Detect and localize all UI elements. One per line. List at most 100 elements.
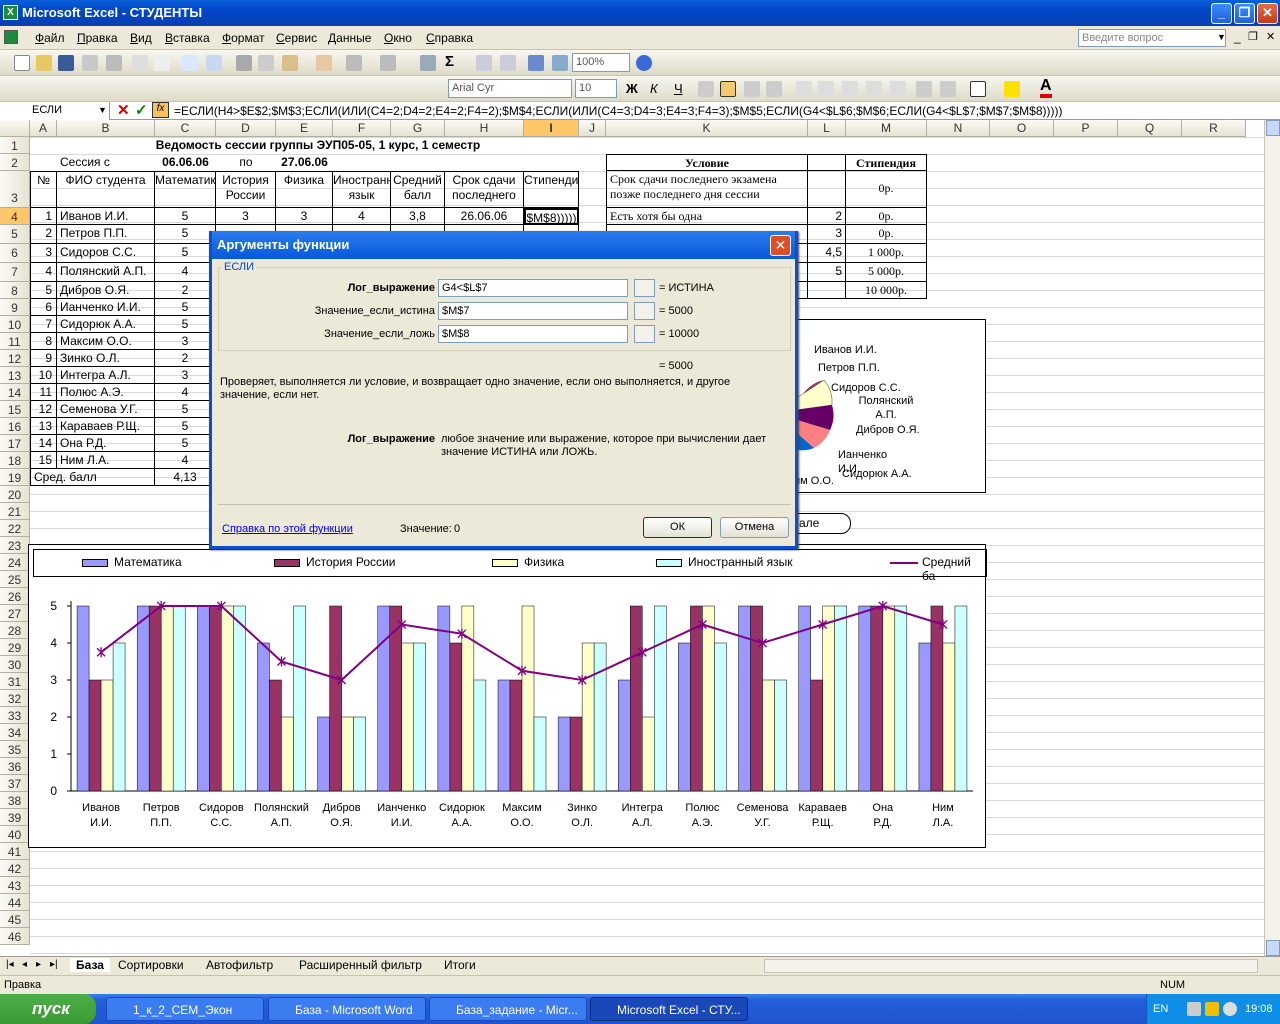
cond-value[interactable]: 3 [808,225,846,244]
doc-minimize-button[interactable]: _ [1234,30,1241,44]
task-word-zadanie[interactable]: База_задание - Micr... [429,997,587,1021]
italic-button[interactable]: К [650,81,658,96]
table-cell[interactable]: Ним Л.А. [57,452,155,469]
currency-icon[interactable] [796,81,812,97]
menu-file[interactable]: Файл [35,31,65,45]
formula-input[interactable]: =ЕСЛИ(H4>$E$2;$M$3;ЕСЛИ(ИЛИ(C4=2;D4=2;E4… [174,104,1062,118]
task-excel[interactable]: Microsoft Excel - СТУ... [590,997,748,1021]
sheet-title[interactable]: Ведомость сессии группы ЭУП05-05, 1 курс… [57,137,579,154]
row-header[interactable]: 32 [0,690,30,707]
bold-button[interactable]: Ж [626,81,638,96]
table-cell[interactable]: 14 [30,435,57,452]
stip-value[interactable]: 0р. [846,208,927,225]
open-icon[interactable] [36,55,52,71]
table-cell[interactable]: Семенова У.Г. [57,401,155,418]
menu-data[interactable]: Данные [328,31,371,45]
increase-indent-icon[interactable] [940,81,956,97]
row-header[interactable]: 13 [0,367,30,384]
row-header[interactable]: 17 [0,435,30,452]
row-header[interactable]: 40 [0,826,30,843]
table-cell[interactable]: 2 [30,225,57,244]
stip-value[interactable]: 1 000р. [846,244,927,263]
print-icon[interactable] [132,55,148,71]
enter-icon[interactable]: ✓ [135,101,148,119]
stip-value[interactable]: 10 000р. [846,282,927,299]
stip-value[interactable]: 5 000р. [846,263,927,282]
row-header[interactable]: 22 [0,520,30,537]
vertical-scrollbar[interactable] [1264,120,1280,956]
cancel-button[interactable]: Отмена [720,517,789,538]
table-cell[interactable]: 2 [155,350,216,367]
arg-input-false[interactable]: $M$8 [438,325,628,343]
ask-dropdown-icon[interactable]: ▼ [1217,32,1226,42]
new-icon[interactable] [14,55,30,71]
column-header[interactable]: H [445,120,524,137]
row-header[interactable]: 31 [0,673,30,690]
menu-help[interactable]: Справка [426,31,473,45]
table-cell[interactable]: Она Р.Д. [57,435,155,452]
row-header[interactable]: 15 [0,401,30,418]
email-icon[interactable] [106,55,122,71]
column-title[interactable]: Средний балл [391,171,445,208]
table-cell[interactable]: Полюс А.Э. [57,384,155,401]
column-header[interactable]: K [606,120,808,137]
minimize-button[interactable]: _ [1211,3,1232,24]
start-button[interactable]: пуск [0,994,96,1024]
help-icon[interactable] [636,55,652,71]
column-title[interactable]: Иностранный язык [333,171,391,208]
doc-close-button[interactable]: ✕ [1266,30,1275,43]
row-header[interactable]: 29 [0,639,30,656]
table-cell[interactable]: 4 [155,452,216,469]
sort-desc-icon[interactable] [500,55,516,71]
stip-value[interactable]: 0р. [846,225,927,244]
name-box[interactable]: ЕСЛИ [0,102,110,120]
restore-button[interactable]: ❐ [1234,3,1255,24]
menu-view[interactable]: Вид [130,31,152,45]
row-header[interactable]: 16 [0,418,30,435]
spelling-icon[interactable] [182,55,198,71]
scroll-up-button[interactable] [1266,120,1280,136]
table-cell[interactable]: 11 [30,384,57,401]
table-cell[interactable]: 3 [216,208,276,225]
row-header[interactable]: 30 [0,656,30,673]
undo-icon[interactable] [346,55,362,71]
session-from[interactable]: 06.06.06 [155,154,216,171]
session-to-label[interactable]: по [216,154,276,171]
insert-function-icon[interactable]: fx [152,102,169,118]
volume-icon[interactable] [1223,1002,1237,1016]
row-header[interactable]: 20 [0,486,30,503]
font-color-icon[interactable]: A [1040,78,1052,98]
row-header[interactable]: 19 [0,469,30,486]
tab-advanced-filter[interactable]: Расширенный фильтр [299,958,422,972]
row-header[interactable]: 8 [0,282,30,299]
menu-edit[interactable]: Правка [77,31,118,45]
row-header[interactable]: 5 [0,225,30,244]
row-header[interactable]: 27 [0,605,30,622]
table-cell[interactable]: 7 [30,316,57,333]
table-cell[interactable]: 2 [155,282,216,299]
format-painter-icon[interactable] [316,55,332,71]
table-cell[interactable]: 4 [155,384,216,401]
column-title[interactable]: Стипендия [524,171,579,208]
cut-icon[interactable] [236,55,252,71]
name-box-dropdown-icon[interactable]: ▼ [98,105,107,115]
decrease-indent-icon[interactable] [916,81,932,97]
column-title[interactable]: История России [216,171,276,208]
menu-tools[interactable]: Сервис [276,31,317,45]
table-cell[interactable]: 15 [30,452,57,469]
column-header[interactable]: Q [1118,120,1182,137]
row-header[interactable]: 11 [0,333,30,350]
research-icon[interactable] [206,55,222,71]
cond-value[interactable] [808,282,846,299]
table-cell[interactable]: 3 [276,208,333,225]
table-cell[interactable]: 12 [30,401,57,418]
sheet-button[interactable]: але [793,513,851,534]
table-cell[interactable]: 5 [155,418,216,435]
scroll-down-button[interactable] [1266,940,1280,956]
permission-icon[interactable] [82,55,98,71]
chart-wizard-icon[interactable] [528,55,544,71]
pie-chart[interactable]: Иванов И.И. Петров П.П. Сидоров С.С. Пол… [793,319,986,493]
merge-center-icon[interactable] [766,81,782,97]
select-all-corner[interactable] [0,120,30,137]
table-cell[interactable]: Дибров О.Я. [57,282,155,299]
